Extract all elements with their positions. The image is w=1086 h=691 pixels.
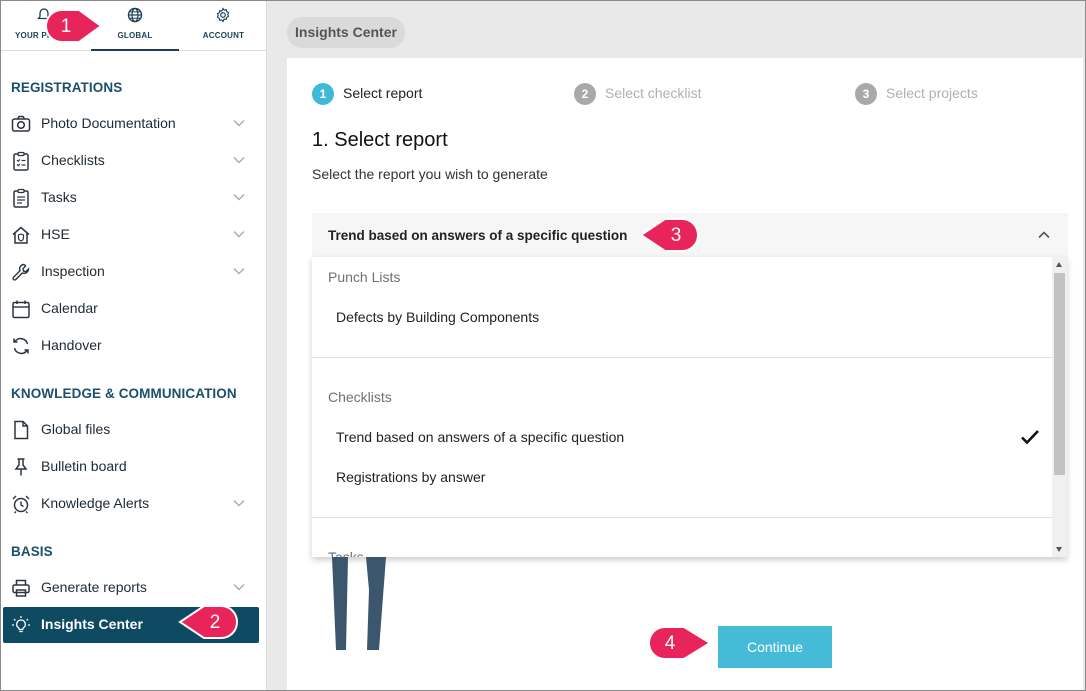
sidebar-item-checklists[interactable]: Checklists bbox=[3, 143, 259, 179]
step-number: 1 bbox=[312, 83, 334, 105]
step-label: Select report bbox=[343, 85, 423, 101]
breadcrumb[interactable]: Insights Center bbox=[287, 17, 405, 48]
callout-badge-1: 1 bbox=[44, 9, 103, 43]
step-label: Select projects bbox=[886, 85, 978, 101]
sidebar-item-photo-documentation[interactable]: Photo Documentation bbox=[3, 106, 259, 142]
continue-button[interactable]: Continue bbox=[718, 626, 832, 668]
sidebar-item-label: Inspection bbox=[41, 263, 105, 279]
alarm-clock-icon bbox=[12, 495, 30, 514]
chevron-down-icon bbox=[233, 231, 245, 238]
chevron-down-icon bbox=[233, 194, 245, 201]
section-knowledge-communication: KNOWLEDGE & COMMUNICATION bbox=[11, 386, 237, 401]
callout-number: 2 bbox=[210, 612, 221, 633]
chevron-up-icon bbox=[1038, 231, 1050, 239]
sidebar-item-label: Global files bbox=[41, 421, 111, 437]
file-icon bbox=[14, 420, 29, 440]
dropdown-group-label: Checklists bbox=[328, 389, 392, 405]
step-number: 3 bbox=[855, 83, 877, 105]
step-label: Select checklist bbox=[605, 85, 702, 101]
sidebar-item-bulletin-board[interactable]: Bulletin board bbox=[3, 449, 259, 485]
sidebar-item-label: Tasks bbox=[41, 189, 77, 205]
tab-label: GLOBAL bbox=[117, 31, 153, 40]
sidebar-item-label: Photo Documentation bbox=[41, 115, 176, 131]
tab-global[interactable]: GLOBAL bbox=[91, 0, 179, 51]
callout-badge-4: 4 bbox=[647, 626, 712, 660]
printer-icon bbox=[12, 579, 30, 597]
dropdown-group-label: Punch Lists bbox=[328, 269, 401, 285]
globe-icon bbox=[127, 7, 143, 23]
clipboard-checklist-icon bbox=[13, 151, 29, 171]
dropdown-scrollbar[interactable] bbox=[1052, 257, 1067, 557]
sidebar-item-label: Insights Center bbox=[41, 616, 143, 632]
callout-number: 1 bbox=[61, 16, 72, 37]
camera-icon bbox=[11, 115, 31, 132]
sidebar-item-label: Generate reports bbox=[41, 579, 147, 595]
sidebar-item-global-files[interactable]: Global files bbox=[3, 412, 259, 448]
lightbulb-icon bbox=[12, 616, 30, 633]
house-shield-icon bbox=[12, 226, 30, 244]
report-select-value: Trend based on answers of a specific que… bbox=[328, 228, 628, 243]
callout-number: 4 bbox=[665, 633, 676, 654]
clipboard-tasks-icon bbox=[13, 188, 29, 208]
report-wizard-card: 1 Select report 2 Select checklist 3 Sel… bbox=[287, 58, 1083, 691]
sidebar-item-handover[interactable]: Handover bbox=[3, 328, 259, 364]
calendar-icon bbox=[12, 300, 30, 319]
callout-badge-2: 2 bbox=[178, 605, 239, 639]
page-title: 1. Select report bbox=[312, 129, 448, 151]
tab-account[interactable]: ACCOUNT bbox=[179, 0, 268, 51]
chevron-down-icon bbox=[233, 500, 245, 507]
sidebar-item-label: Handover bbox=[41, 337, 102, 353]
tab-label: ACCOUNT bbox=[202, 31, 245, 40]
dropdown-option[interactable]: Defects by Building Components bbox=[336, 309, 539, 325]
chevron-down-icon bbox=[233, 268, 245, 275]
section-basis: BASIS bbox=[11, 544, 53, 559]
callout-number: 3 bbox=[671, 225, 682, 246]
decorative-shape-icon bbox=[332, 557, 386, 650]
refresh-icon bbox=[13, 337, 29, 355]
sidebar-item-label: Bulletin board bbox=[41, 458, 127, 474]
divider bbox=[312, 357, 1052, 358]
section-registrations: REGISTRATIONS bbox=[11, 80, 123, 95]
report-dropdown: Punch Lists Defects by Building Componen… bbox=[312, 257, 1067, 557]
scroll-up-icon[interactable] bbox=[1056, 262, 1062, 267]
callout-badge-3: 3 bbox=[639, 218, 700, 252]
dropdown-option-selected[interactable]: Trend based on answers of a specific que… bbox=[336, 429, 624, 445]
step-number: 2 bbox=[574, 83, 596, 105]
wrench-icon bbox=[12, 263, 30, 281]
page-subtitle: Select the report you wish to generate bbox=[312, 166, 548, 182]
scroll-down-icon[interactable] bbox=[1056, 547, 1062, 552]
scrollbar-thumb[interactable] bbox=[1054, 273, 1065, 475]
chevron-down-icon bbox=[233, 120, 245, 127]
chevron-down-icon bbox=[233, 584, 245, 591]
dropdown-option[interactable]: Registrations by answer bbox=[336, 469, 485, 485]
sidebar: YOUR PR GLOBAL ACCOUNT REGISTRATIONS Pho… bbox=[0, 0, 267, 691]
check-icon bbox=[1021, 430, 1039, 445]
sidebar-item-tasks[interactable]: Tasks bbox=[3, 180, 259, 216]
sidebar-item-generate-reports[interactable]: Generate reports bbox=[3, 570, 259, 606]
sidebar-item-knowledge-alerts[interactable]: Knowledge Alerts bbox=[3, 486, 259, 522]
top-nav: YOUR PR GLOBAL ACCOUNT bbox=[0, 0, 267, 51]
sidebar-item-label: Calendar bbox=[41, 300, 98, 316]
pin-icon bbox=[14, 458, 28, 476]
chevron-down-icon bbox=[233, 157, 245, 164]
sidebar-item-label: Checklists bbox=[41, 152, 105, 168]
divider bbox=[312, 517, 1052, 518]
sidebar-item-label: Knowledge Alerts bbox=[41, 495, 150, 511]
sidebar-item-calendar[interactable]: Calendar bbox=[3, 291, 259, 327]
sidebar-item-inspection[interactable]: Inspection bbox=[3, 254, 259, 290]
sidebar-item-label: HSE bbox=[41, 226, 70, 242]
sidebar-item-hse[interactable]: HSE bbox=[3, 217, 259, 253]
gear-icon bbox=[216, 7, 230, 23]
